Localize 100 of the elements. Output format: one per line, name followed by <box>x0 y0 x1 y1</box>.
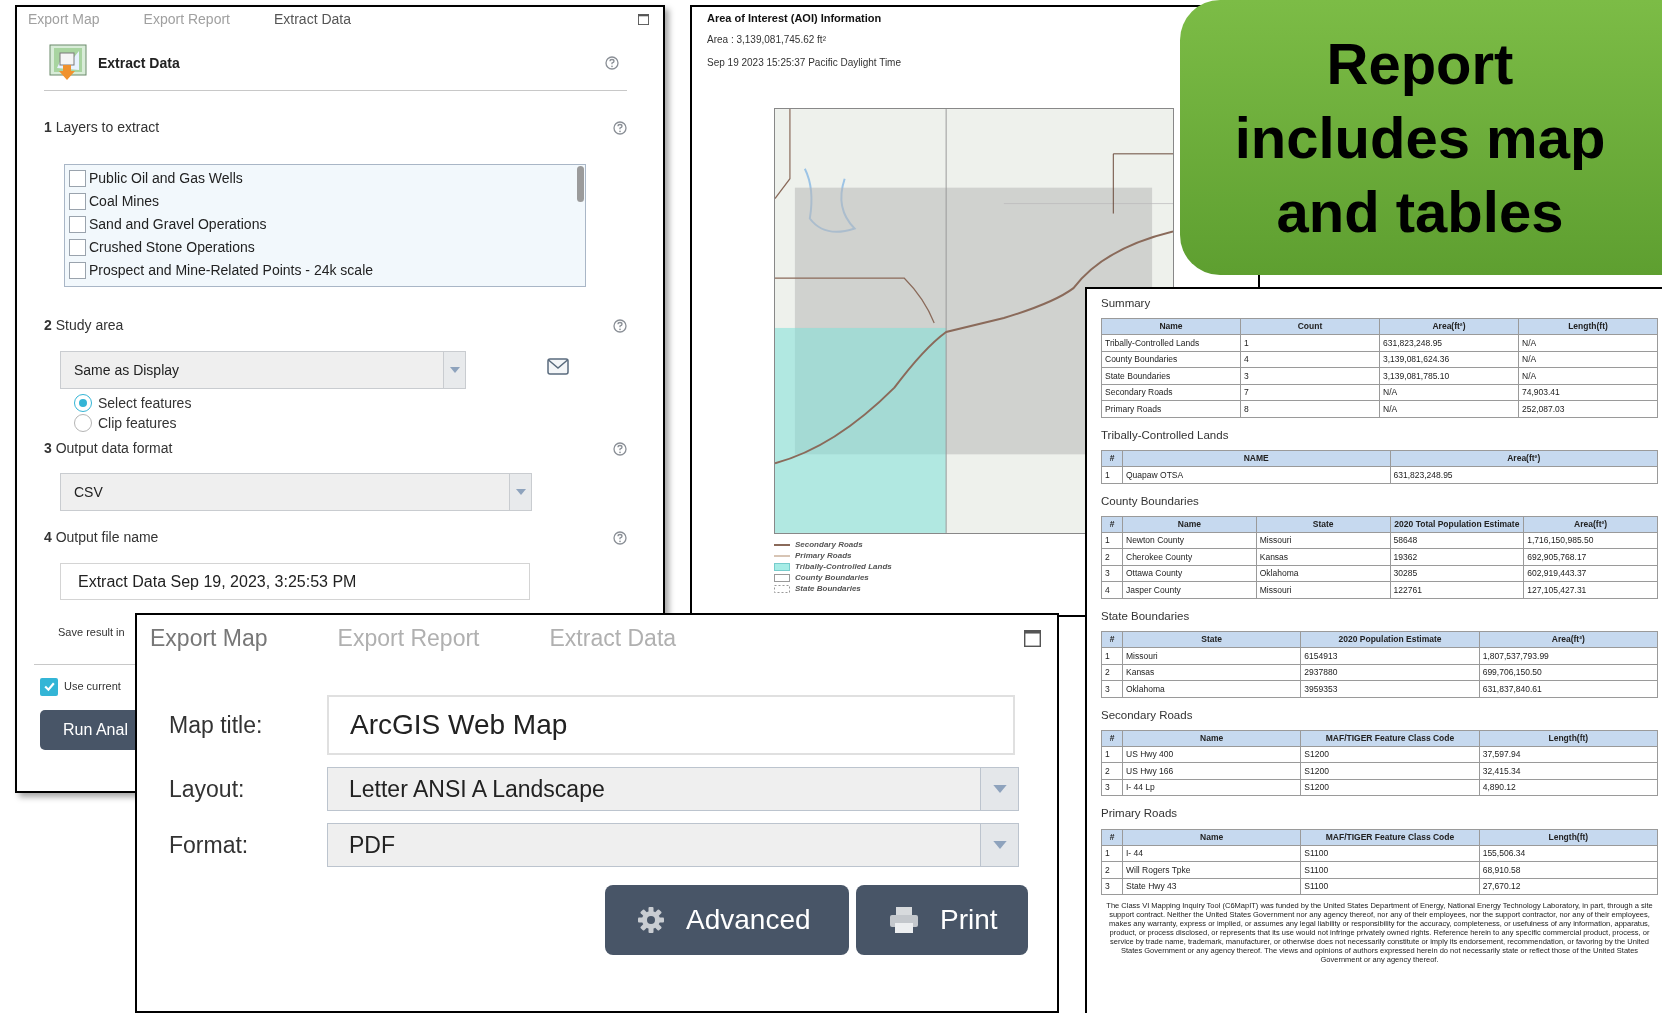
column-header: State <box>1256 516 1390 533</box>
table-cell: Secondary Roads <box>1101 384 1241 401</box>
table-cell: 155,506.34 <box>1479 845 1658 862</box>
help-icon[interactable] <box>613 530 627 545</box>
table-cell: 1 <box>1101 647 1123 664</box>
table-cell: 1,716,150,985.50 <box>1523 532 1658 549</box>
legend-label: Tribally-Controlled Lands <box>795 563 892 571</box>
step-label: 1 Layers to extract <box>44 118 160 137</box>
dropdown[interactable]: PDF <box>327 823 1019 867</box>
column-header: # <box>1101 829 1123 845</box>
column-header: MAF/TIGER Feature Class Code <box>1300 829 1480 845</box>
advanced-button[interactable]: Advanced <box>605 885 849 955</box>
layer-label: Coal Mines <box>89 192 160 211</box>
column-header: Length(ft) <box>1479 829 1658 845</box>
dropdown[interactable]: Same as Display <box>60 351 466 389</box>
report-title: Area of Interest (AOI) Information <box>707 11 882 26</box>
table-cell: N/A <box>1379 400 1519 418</box>
table-cell: S1200 <box>1300 779 1480 796</box>
table-cell: 30285 <box>1390 565 1524 582</box>
legend-symbol-icon <box>774 563 790 571</box>
column-header: State <box>1122 631 1301 648</box>
help-icon[interactable] <box>605 56 619 70</box>
column-header: Name <box>1122 516 1257 533</box>
table-cell: Ottawa County <box>1122 565 1257 582</box>
checkbox[interactable] <box>69 216 86 233</box>
layer-label: Sand and Gravel Operations <box>89 215 267 234</box>
checkbox[interactable] <box>69 193 86 210</box>
table-cell: S1200 <box>1300 746 1480 763</box>
column-header: Length(ft) <box>1518 318 1658 335</box>
table-cell: Oklahoma <box>1256 565 1390 582</box>
table-cell: 3959353 <box>1300 680 1480 697</box>
table-cell: 1 <box>1101 845 1123 862</box>
table-cell: N/A <box>1518 367 1658 385</box>
table-cell: N/A <box>1379 384 1519 401</box>
tab[interactable]: Extract Data <box>273 8 351 30</box>
column-header: # <box>1101 450 1123 467</box>
print-button[interactable]: Print <box>856 885 1028 955</box>
table-cell: 631,823,248.95 <box>1390 466 1658 483</box>
step-label: 3 Output data format <box>44 439 173 458</box>
radio-button[interactable] <box>74 394 92 412</box>
checkbox[interactable] <box>69 170 86 187</box>
help-icon[interactable] <box>613 318 627 333</box>
legend-symbol-icon <box>774 574 790 582</box>
file-name-field[interactable]: Extract Data Sep 19, 2023, 3:25:53 PM <box>60 563 530 600</box>
table-cell: 2937880 <box>1300 664 1480 681</box>
maximize-icon[interactable] <box>638 13 649 25</box>
column-header: # <box>1101 631 1123 648</box>
table-cell: 692,905,768.17 <box>1523 548 1658 566</box>
column-header: Count <box>1240 318 1380 335</box>
table-cell: Jasper County <box>1122 581 1257 599</box>
layer-label: Prospect and Mine-Related Points - 24k scale <box>89 261 374 280</box>
column-header: Length(ft) <box>1479 730 1658 747</box>
scrollbar-thumb[interactable] <box>577 166 584 202</box>
layer-label: Crushed Stone Operations <box>89 238 255 257</box>
table-cell: 3 <box>1240 367 1380 385</box>
table-cell: N/A <box>1518 351 1658 368</box>
table-cell: 2 <box>1101 762 1123 780</box>
dropdown[interactable]: CSV <box>60 473 532 511</box>
legend-label: Secondary Roads <box>795 541 863 549</box>
table-title: County Boundaries <box>1101 493 1199 509</box>
callout-text: Report includes map and tables <box>1233 29 1607 246</box>
column-header: 2020 Total Population Estimate <box>1390 516 1524 533</box>
table-cell: 252,087.03 <box>1518 400 1658 418</box>
table-cell: 3 <box>1101 565 1123 582</box>
table-title: Secondary Roads <box>1101 707 1193 723</box>
map-title-field[interactable]: ArcGIS Web Map <box>327 695 1015 755</box>
checkbox[interactable] <box>40 677 58 696</box>
table-cell: 2 <box>1101 664 1123 681</box>
table-cell: 32,415.34 <box>1479 762 1658 780</box>
caret-icon <box>992 841 1007 849</box>
table-cell: 1 <box>1101 746 1123 763</box>
help-icon[interactable] <box>613 441 627 456</box>
table-cell: 127,105,427.31 <box>1523 581 1658 599</box>
table-title: Primary Roads <box>1101 806 1178 822</box>
table-cell: S1200 <box>1300 762 1480 780</box>
table-title: Summary <box>1101 296 1151 311</box>
tab[interactable]: Export Map <box>150 620 268 656</box>
radio-button[interactable] <box>74 414 92 432</box>
table-cell: 37,597.94 <box>1479 746 1658 763</box>
table-cell: 2 <box>1101 861 1123 878</box>
column-header: NAME <box>1122 450 1390 467</box>
envelope-icon[interactable] <box>547 356 569 376</box>
legend-symbol-icon <box>774 541 790 549</box>
checkbox[interactable] <box>69 239 86 256</box>
table-cell: Tribally-Controlled Lands <box>1101 334 1241 352</box>
maximize-icon[interactable] <box>1024 629 1041 647</box>
table-cell: 58648 <box>1390 532 1524 549</box>
help-icon[interactable] <box>613 120 627 135</box>
checkbox[interactable] <box>69 262 86 279</box>
table-cell: Primary Roads <box>1101 400 1241 418</box>
table-cell: 1 <box>1101 466 1123 483</box>
table-cell: 4 <box>1240 351 1380 368</box>
table-cell: Missouri <box>1122 647 1301 664</box>
table-cell: Cherokee County <box>1122 548 1257 566</box>
dropdown[interactable]: Letter ANSI A Landscape <box>327 767 1019 811</box>
caret-icon <box>449 367 460 373</box>
caret-icon <box>992 785 1007 793</box>
panel-title: Extract Data <box>98 53 180 73</box>
table-cell: 8 <box>1240 400 1380 418</box>
table-cell: S1100 <box>1300 845 1480 862</box>
